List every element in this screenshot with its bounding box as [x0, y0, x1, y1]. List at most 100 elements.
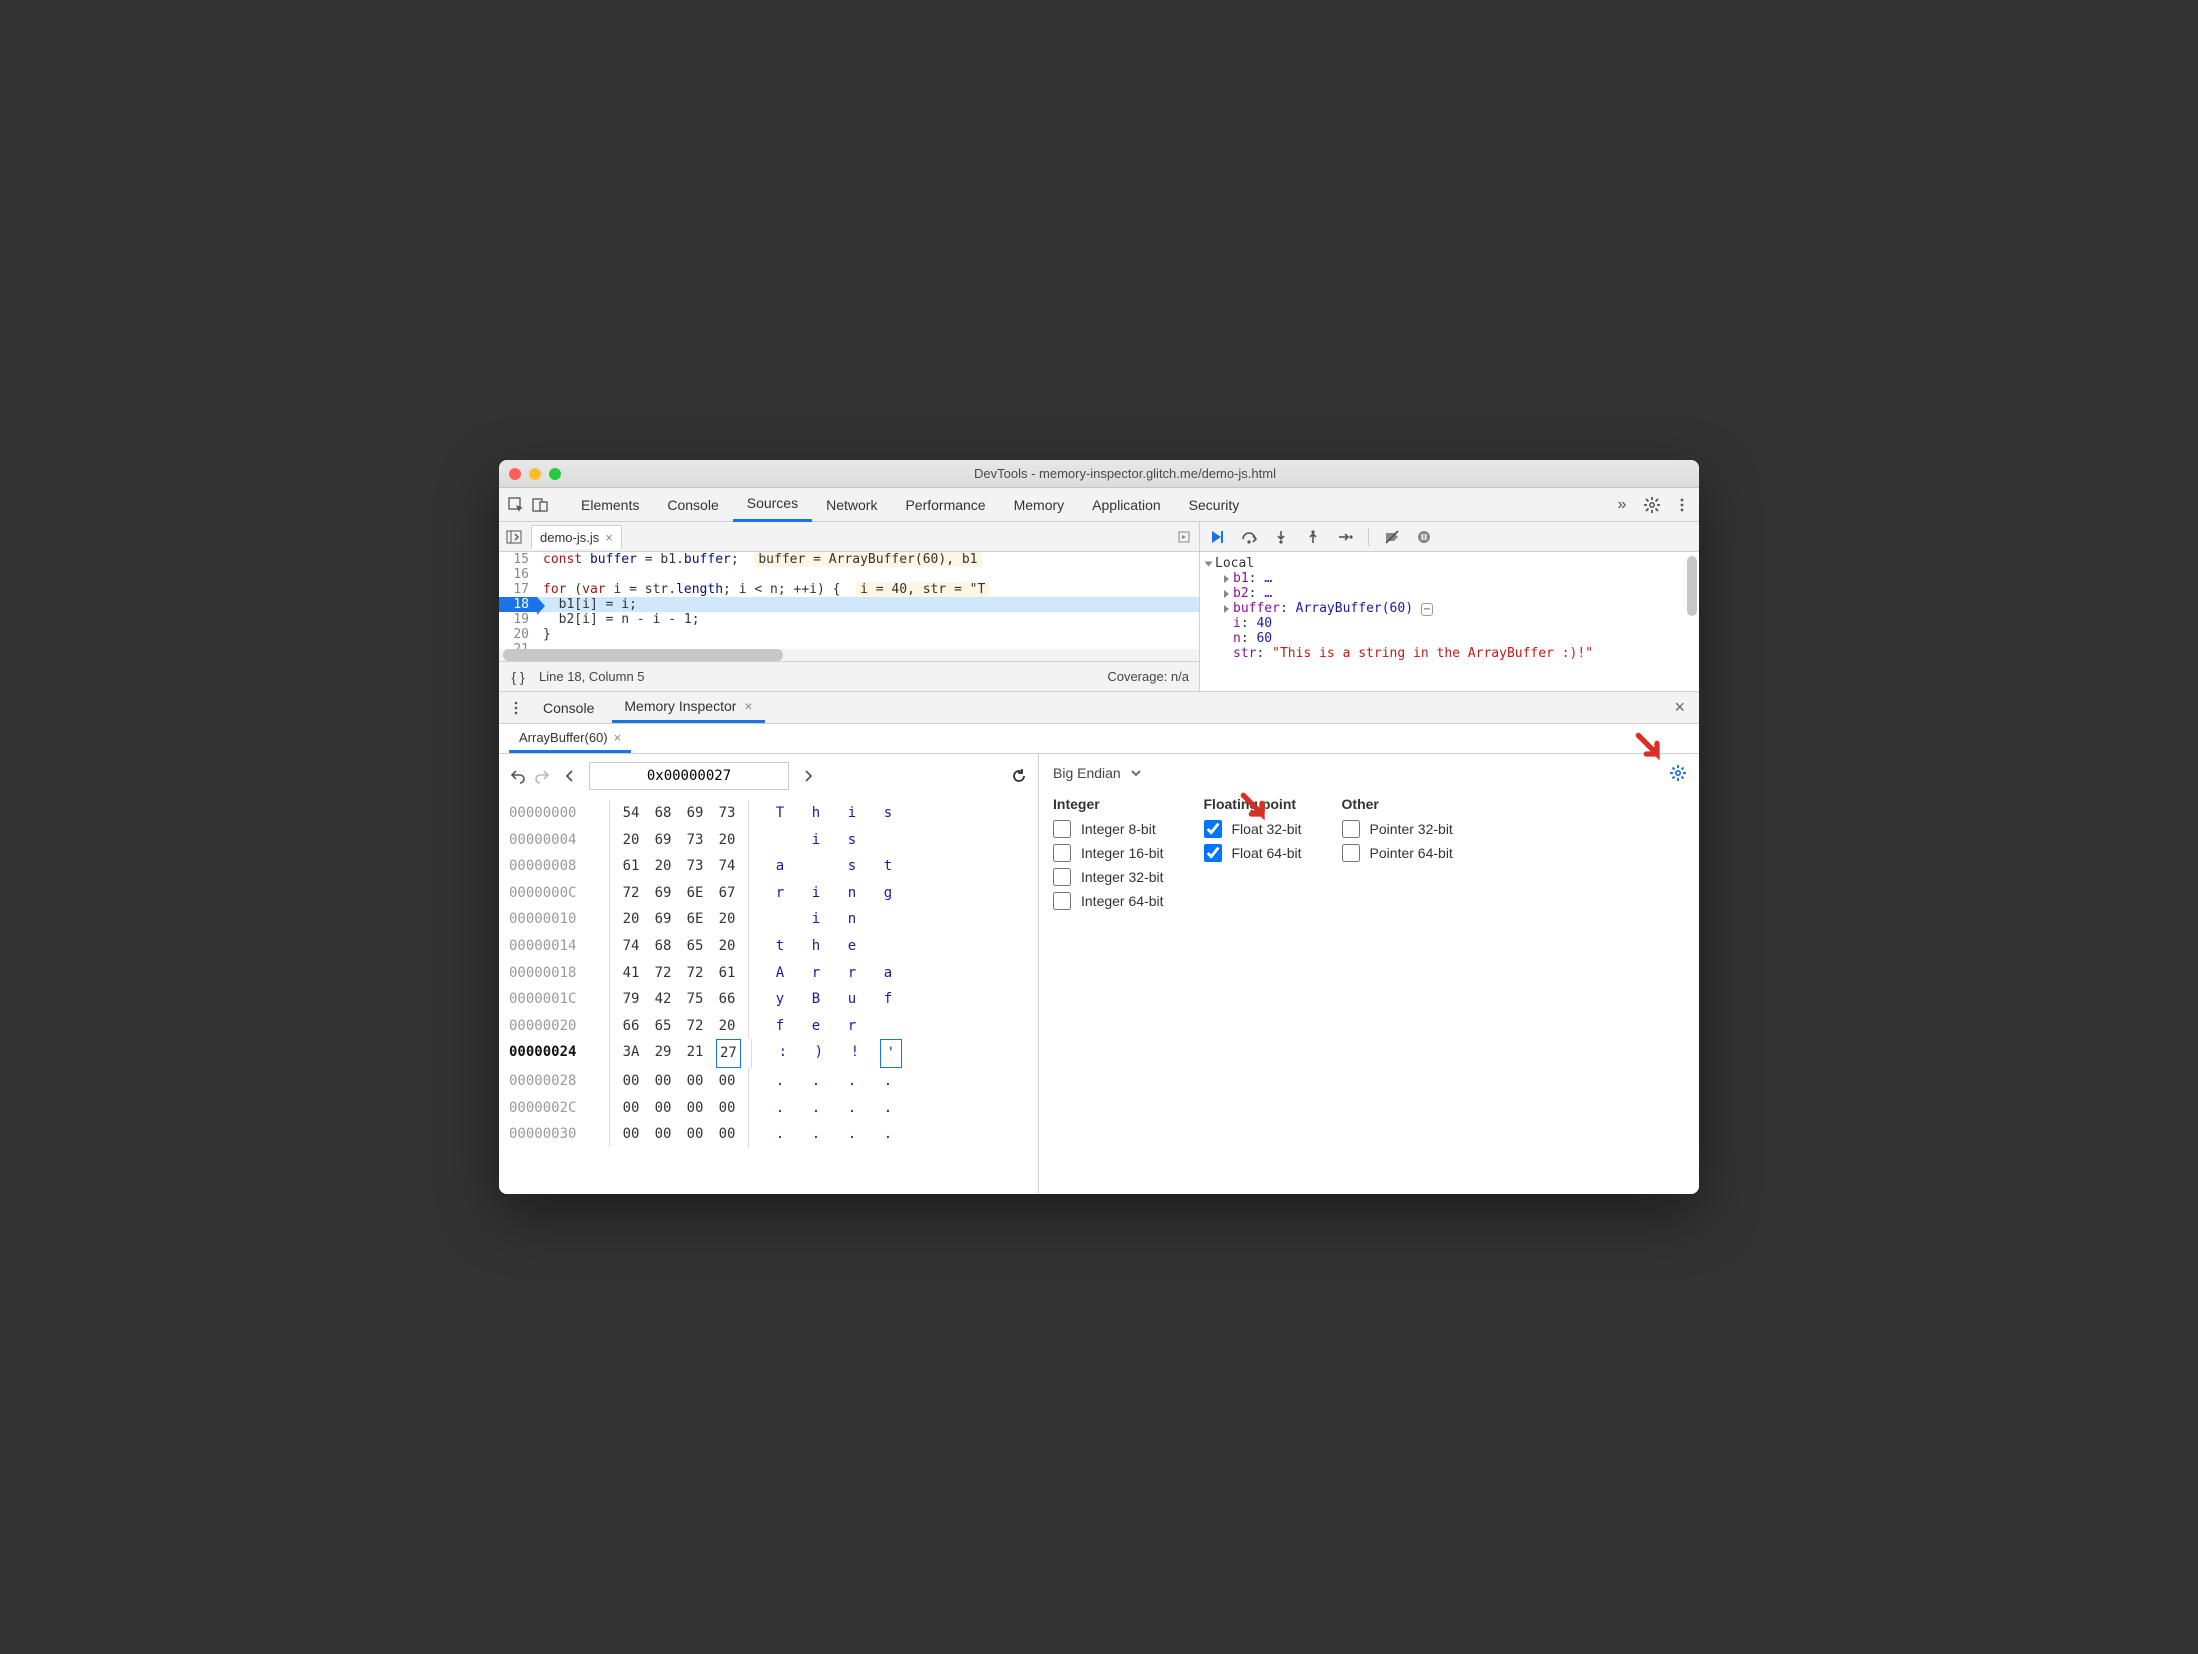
type-option[interactable]: Float 64-bit — [1204, 844, 1302, 862]
main-tab-performance[interactable]: Performance — [891, 489, 999, 521]
inspector-tabrow: ArrayBuffer(60) × — [499, 724, 1699, 754]
code-line[interactable]: 19 b2[i] = n - i - 1; — [499, 612, 1199, 627]
main-tab-sources[interactable]: Sources — [733, 487, 812, 522]
address-input[interactable] — [589, 762, 789, 790]
type-option[interactable]: Pointer 32-bit — [1342, 820, 1453, 838]
main-tab-application[interactable]: Application — [1078, 489, 1175, 521]
drawer-kebab-icon[interactable] — [507, 699, 525, 717]
hex-row[interactable]: 000000243A292127:)!' — [509, 1039, 1028, 1068]
main-tab-security[interactable]: Security — [1175, 489, 1254, 521]
type-checkbox[interactable] — [1204, 844, 1222, 862]
hex-row[interactable]: 0000002800000000.... — [509, 1068, 1028, 1095]
main-tab-network[interactable]: Network — [812, 489, 891, 521]
prev-page-icon[interactable] — [561, 767, 579, 785]
step-into-icon[interactable] — [1272, 528, 1290, 546]
type-checkbox[interactable] — [1053, 868, 1071, 886]
code-line[interactable]: 17for (var i = str.length; i < n; ++i) {… — [499, 582, 1199, 597]
hex-row[interactable]: 0000001474686520the — [509, 933, 1028, 960]
more-tabs-icon[interactable] — [1175, 528, 1193, 546]
code-line[interactable]: 20} — [499, 627, 1199, 642]
type-option[interactable]: Float 32-bit — [1204, 820, 1302, 838]
vertical-scrollbar[interactable] — [1687, 556, 1697, 616]
inspect-element-icon[interactable] — [507, 496, 525, 514]
close-icon[interactable]: × — [744, 698, 752, 714]
step-out-icon[interactable] — [1304, 528, 1322, 546]
hex-row[interactable]: 0000000420697320 is — [509, 827, 1028, 854]
editor-status-bar: { } Line 18, Column 5 Coverage: n/a — [499, 661, 1199, 691]
type-checkbox[interactable] — [1342, 820, 1360, 838]
endianness-select[interactable]: Big Endian — [1053, 764, 1685, 782]
hex-row[interactable]: 0000002066657220fer — [509, 1013, 1028, 1040]
annotation-arrow-icon — [1633, 730, 1665, 762]
main-tab-elements[interactable]: Elements — [567, 489, 653, 521]
format-icon[interactable]: { } — [509, 668, 527, 686]
history-back-icon[interactable] — [509, 767, 527, 785]
hex-row[interactable]: 0000001020696E20 in — [509, 906, 1028, 933]
scope-variable[interactable]: i: 40 — [1206, 616, 1693, 631]
hex-row[interactable]: 0000000054686973This — [509, 800, 1028, 827]
titlebar: DevTools - memory-inspector.glitch.me/de… — [499, 460, 1699, 488]
type-option[interactable]: Integer 8-bit — [1053, 820, 1164, 838]
value-inspector-settings: Big Endian IntegerInteger 8-bitInteger 1… — [1039, 754, 1699, 1194]
hex-row[interactable]: 0000001841727261Arra — [509, 960, 1028, 987]
inspector-tab-arraybuffer[interactable]: ArrayBuffer(60) × — [509, 725, 631, 753]
hex-row[interactable]: 0000003000000000.... — [509, 1121, 1028, 1148]
step-over-icon[interactable] — [1240, 528, 1258, 546]
scope-variable[interactable]: b1: … — [1206, 571, 1693, 586]
code-line[interactable]: 16 — [499, 567, 1199, 582]
main-tab-console[interactable]: Console — [653, 489, 732, 521]
history-forward-icon[interactable] — [533, 767, 551, 785]
drawer-tab-console[interactable]: Console — [531, 694, 606, 722]
type-checkbox[interactable] — [1204, 820, 1222, 838]
code-editor[interactable]: 15const buffer = b1.buffer; buffer = Arr… — [499, 552, 1199, 649]
type-checkbox[interactable] — [1053, 820, 1071, 838]
refresh-icon[interactable] — [1010, 767, 1028, 785]
kebab-menu-icon[interactable] — [1673, 496, 1691, 514]
type-option[interactable]: Pointer 64-bit — [1342, 844, 1453, 862]
window-title: DevTools - memory-inspector.glitch.me/de… — [561, 466, 1689, 481]
navigator-toggle-icon[interactable] — [505, 528, 523, 546]
settings-gear-icon[interactable] — [1643, 496, 1661, 514]
type-checkbox[interactable] — [1053, 892, 1071, 910]
drawer-tabs: Console Memory Inspector × × — [499, 692, 1699, 724]
close-icon[interactable]: × — [605, 530, 613, 545]
pause-exceptions-icon[interactable] — [1415, 528, 1433, 546]
type-checkbox[interactable] — [1342, 844, 1360, 862]
memory-viewer: 0000000054686973This0000000420697320 is … — [499, 754, 1039, 1194]
device-toolbar-icon[interactable] — [531, 496, 549, 514]
hex-row[interactable]: 0000002C00000000.... — [509, 1095, 1028, 1122]
scope-variable[interactable]: b2: … — [1206, 586, 1693, 601]
file-tab-demo-js[interactable]: demo-js.js × — [531, 525, 622, 549]
deactivate-breakpoints-icon[interactable] — [1383, 528, 1401, 546]
scope-panel[interactable]: Localb1: …b2: …buffer: ArrayBuffer(60) ⋯… — [1200, 552, 1699, 691]
scope-variable[interactable]: str: "This is a string in the ArrayBuffe… — [1206, 646, 1693, 661]
close-window-button[interactable] — [509, 468, 521, 480]
type-option[interactable]: Integer 64-bit — [1053, 892, 1164, 910]
scope-variable[interactable]: buffer: ArrayBuffer(60) ⋯ — [1206, 601, 1693, 616]
type-option[interactable]: Integer 16-bit — [1053, 844, 1164, 862]
drawer-close-icon[interactable]: × — [1668, 697, 1691, 718]
main-tab-memory[interactable]: Memory — [1000, 489, 1079, 521]
value-settings-gear-icon[interactable] — [1669, 764, 1687, 782]
next-page-icon[interactable] — [799, 767, 817, 785]
code-line[interactable]: 18 b1[i] = i; — [499, 597, 1199, 612]
scope-local-header[interactable]: Local — [1206, 556, 1693, 571]
annotation-arrow-icon — [1238, 790, 1270, 822]
settings-col-integer: IntegerInteger 8-bitInteger 16-bitIntege… — [1053, 796, 1164, 916]
code-line[interactable]: 21 — [499, 642, 1199, 649]
scope-variable[interactable]: n: 60 — [1206, 631, 1693, 646]
type-checkbox[interactable] — [1053, 844, 1071, 862]
type-option[interactable]: Integer 32-bit — [1053, 868, 1164, 886]
drawer-tab-memory-inspector[interactable]: Memory Inspector × — [612, 692, 764, 723]
close-icon[interactable]: × — [614, 730, 622, 745]
hex-row[interactable]: 0000000C72696E67ring — [509, 880, 1028, 907]
minimize-window-button[interactable] — [529, 468, 541, 480]
more-panels-icon[interactable]: » — [1613, 496, 1631, 514]
zoom-window-button[interactable] — [549, 468, 561, 480]
horizontal-scrollbar[interactable] — [499, 649, 1199, 661]
resume-icon[interactable] — [1208, 528, 1226, 546]
hex-row[interactable]: 0000000861207374a st — [509, 853, 1028, 880]
code-line[interactable]: 15const buffer = b1.buffer; buffer = Arr… — [499, 552, 1199, 567]
hex-row[interactable]: 0000001C79427566yBuf — [509, 986, 1028, 1013]
step-icon[interactable] — [1336, 528, 1354, 546]
